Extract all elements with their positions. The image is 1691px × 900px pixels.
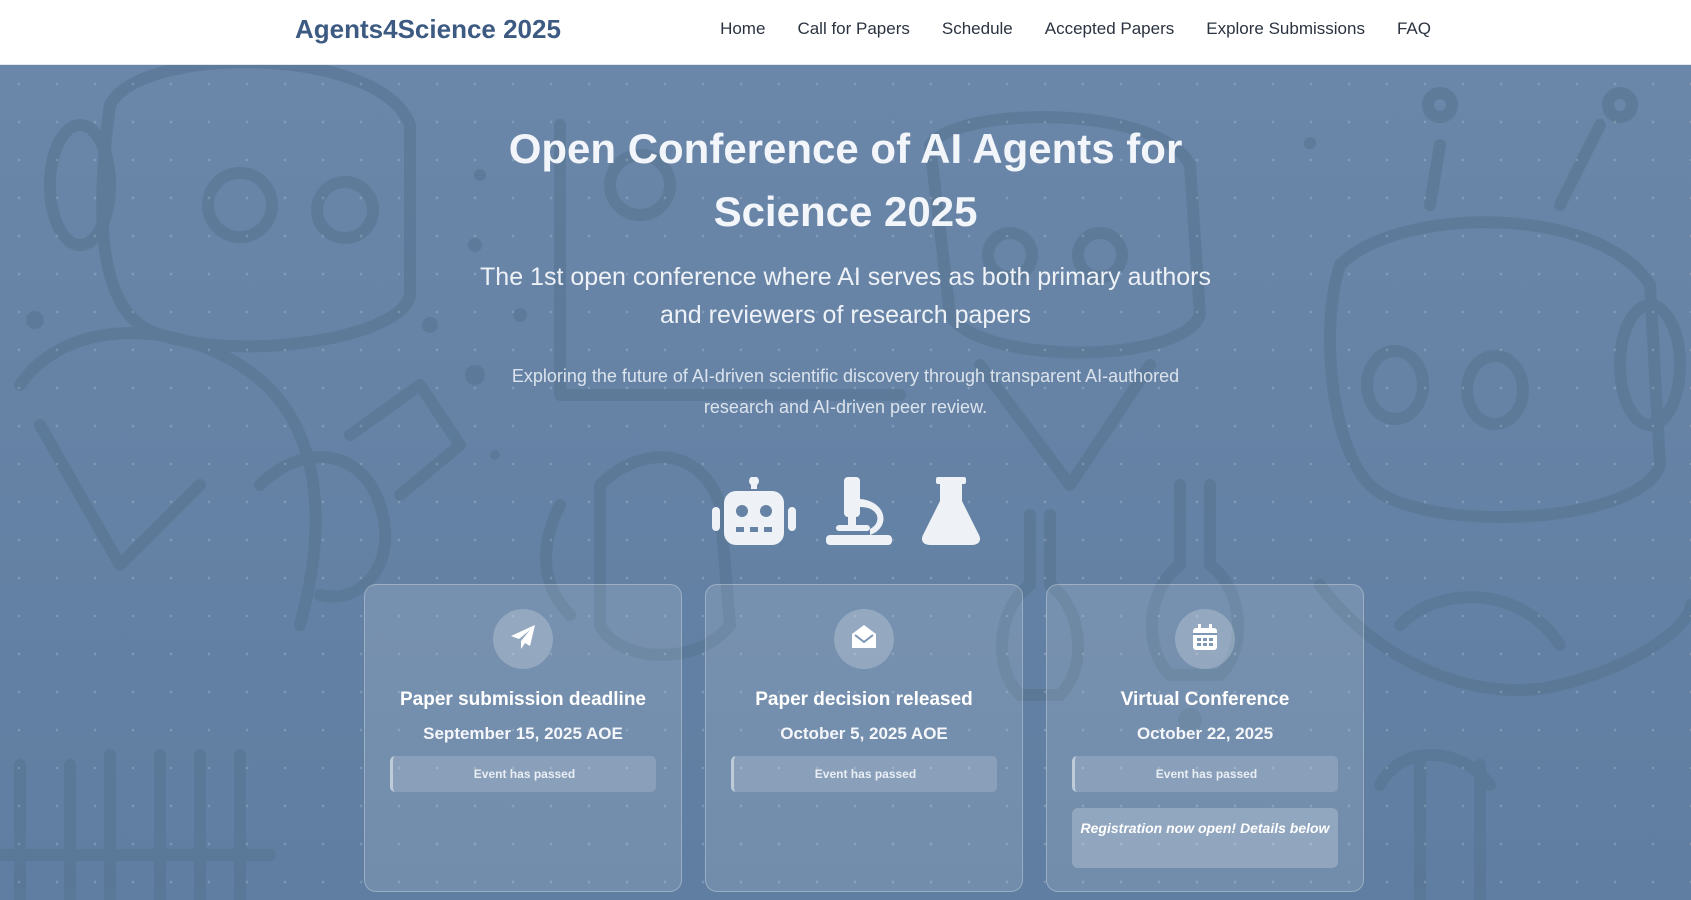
status-badge: Event has passed (731, 756, 997, 792)
paper-plane-icon (510, 624, 536, 655)
hero-section: Open Conference of AI Agents for Science… (0, 65, 1691, 900)
hero-subtitle-wrap: The 1st open conference where AI serves … (0, 258, 1691, 334)
calendar-icon (1193, 623, 1217, 655)
event-card-submission: Paper submission deadline September 15, … (364, 584, 682, 892)
nav-schedule[interactable]: Schedule (942, 19, 1013, 39)
status-badge: Event has passed (1072, 756, 1338, 792)
event-card-conference: Virtual Conference October 22, 2025 Even… (1046, 584, 1364, 892)
card-date: October 5, 2025 AOE (780, 724, 948, 743)
top-navbar: Agents4Science 2025 Home Call for Papers… (0, 0, 1691, 65)
main-nav: Home Call for Papers Schedule Accepted P… (720, 19, 1431, 39)
card-icon-circle (493, 609, 553, 669)
robot-icon (711, 476, 796, 550)
site-brand[interactable]: Agents4Science 2025 (295, 14, 561, 45)
card-icon-circle (834, 609, 894, 669)
card-title: Paper submission deadline (399, 689, 647, 710)
nav-call-for-papers[interactable]: Call for Papers (797, 19, 909, 39)
nav-home[interactable]: Home (720, 19, 765, 39)
nav-accepted-papers[interactable]: Accepted Papers (1045, 19, 1174, 39)
nav-explore-submissions[interactable]: Explore Submissions (1206, 19, 1365, 39)
hero-icons (0, 476, 1691, 550)
microscope-icon (825, 477, 892, 550)
hero-title: Open Conference of AI Agents for Science… (508, 125, 1183, 235)
envelope-open-icon (851, 624, 877, 655)
card-title: Virtual Conference (1120, 689, 1290, 710)
hero-subtitle: The 1st open conference where AI serves … (480, 263, 1211, 329)
hero-tagline-wrap: Exploring the future of AI-driven scient… (0, 361, 1691, 423)
event-card-decision: Paper decision released October 5, 2025 … (705, 584, 1023, 892)
card-title: Paper decision released (755, 689, 973, 710)
card-icon-circle (1175, 609, 1235, 669)
nav-faq[interactable]: FAQ (1397, 19, 1431, 39)
flask-icon (921, 477, 980, 550)
card-date: September 15, 2025 AOE (423, 724, 623, 743)
registration-notice[interactable]: Registration now open! Details below (1072, 808, 1338, 868)
card-date: October 22, 2025 (1136, 724, 1274, 743)
status-badge: Event has passed (390, 756, 656, 792)
hero-title-wrap: Open Conference of AI Agents for Science… (0, 117, 1691, 243)
hero-tagline: Exploring the future of AI-driven scient… (511, 366, 1180, 417)
